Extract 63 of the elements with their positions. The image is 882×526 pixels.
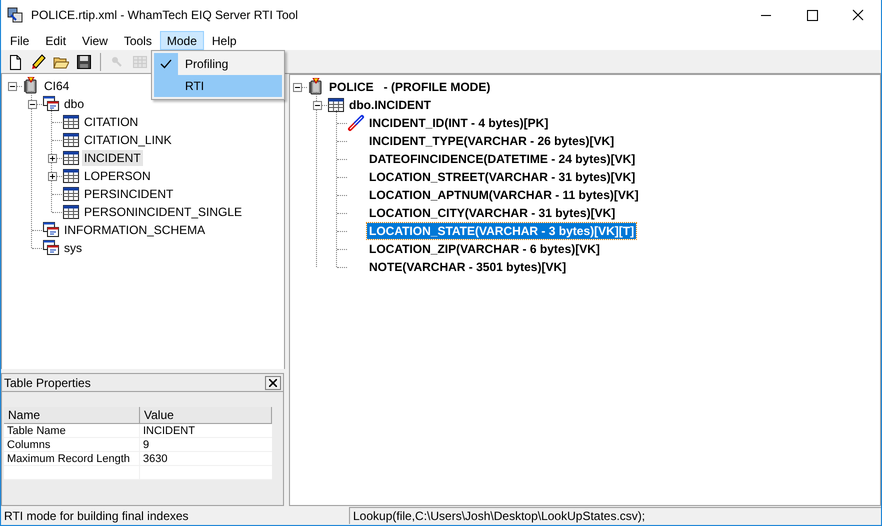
window-title: POLICE.rtip.xml - WhamTech EIQ Server RTI Tool [31,7,298,24]
schema-icon [42,95,60,113]
tree-item[interactable]: dbo [62,96,86,112]
menu-item[interactable]: Tools [116,30,160,50]
table-icon [62,167,80,185]
tree-item[interactable]: DATEOFINCIDENCE(DATETIME - 24 bytes)[VK] [367,151,638,167]
app-icon [7,7,23,23]
table-cell-text: 3630 [142,452,168,465]
table-icon [62,149,80,167]
pencil-icon[interactable] [30,54,46,70]
tree-item[interactable]: INFORMATION_SCHEMA [62,222,208,238]
status-text: Lookup(file,C:\Users\Josh\Desktop\LookUpStates.csv); [349,507,881,524]
tree-item[interactable]: LOCATION_STATE(VARCHAR - 3 bytes)[VK][T] [367,223,636,239]
collapse-icon[interactable] [313,101,322,110]
menu-item[interactable]: View [74,30,116,50]
table-icon [327,96,345,114]
table-icon [62,185,80,203]
column-header[interactable]: Name [4,407,140,424]
tree-item[interactable]: LOCATION_APTNUM(VARCHAR - 11 bytes)[VK] [367,187,641,203]
tree-item[interactable]: LOCATION_ZIP(VARCHAR - 6 bytes)[VK] [367,241,602,257]
expand-icon[interactable] [48,154,57,163]
tree-item[interactable]: INCIDENT_TYPE(VARCHAR - 26 bytes)[VK] [367,133,616,149]
table-icon [62,203,80,221]
document-icon[interactable] [7,54,23,70]
collapse-icon[interactable] [293,83,302,92]
tree-item[interactable]: CI64 [42,78,72,94]
collapse-icon[interactable] [8,82,17,91]
tree-item[interactable]: LOCATION_CITY(VARCHAR - 31 bytes)[VK] [367,205,618,221]
table-cell: Columns [4,438,140,451]
tree-item[interactable]: INCIDENT_ID(INT - 4 bytes)[PK] [367,115,550,131]
tree-item[interactable]: dbo.INCIDENT [347,97,433,113]
tree-item[interactable]: INCIDENT [82,150,143,166]
table-cell-text: INCIDENT [142,424,196,437]
expand-icon[interactable] [48,172,57,181]
table-cell: Maximum Record Length [4,452,140,465]
column-header[interactable]: Value [140,407,272,424]
close-button[interactable] [265,376,281,390]
table-cell: Table Name [4,424,140,437]
tree-item[interactable]: POLICE - (PROFILE MODE) [327,79,492,95]
collapse-icon[interactable] [28,100,37,109]
table-icon [62,131,80,149]
panel-title: Table Properties [4,374,91,392]
menu-item[interactable]: Edit [37,30,74,50]
tree-item[interactable]: PERSINCIDENT [82,186,176,202]
tree-item[interactable]: LOPERSON [82,168,153,184]
status-text: RTI mode for building final indexes [3,508,190,524]
menu-item[interactable]: File [2,30,38,50]
tree-item[interactable]: PERSONINCIDENT_SINGLE [82,204,244,220]
tree-item[interactable]: CITATION [82,114,140,130]
schema-icon [42,239,60,257]
tree-item[interactable]: CITATION_LINK [82,132,174,148]
menu-option[interactable]: RTI [154,75,282,97]
close-icon [269,378,277,386]
menu-option[interactable]: Profiling [154,53,282,75]
schema-icon [42,221,60,239]
table-cell-text: 9 [142,438,150,451]
tree-item[interactable]: sys [62,240,84,256]
tree-item[interactable]: NOTE(VARCHAR - 3501 bytes)[VK] [367,259,568,275]
menu-item[interactable]: Mode [160,30,204,50]
tree-item[interactable]: LOCATION_STREET(VARCHAR - 31 bytes)[VK] [367,169,638,185]
table-icon [62,113,80,131]
menu-item[interactable]: Help [204,30,245,50]
check-icon [160,58,172,70]
